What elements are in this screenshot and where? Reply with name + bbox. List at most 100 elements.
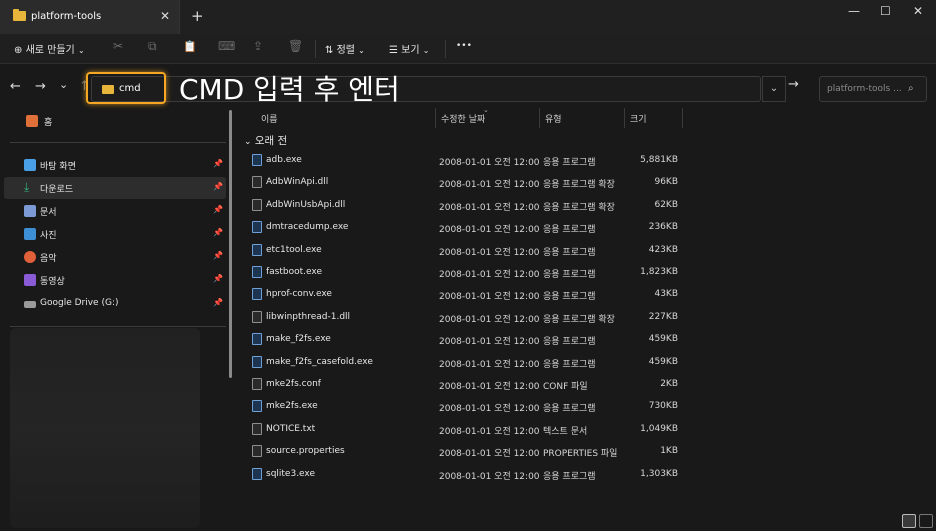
file-date: 2008-01-01 오전 12:00 [439, 359, 540, 370]
pin-icon[interactable]: 📌 [213, 274, 223, 283]
table-row[interactable]: make_f2fs.exe 2008-01-01 오전 12:00 응용 프로그램 4… [250, 328, 690, 350]
column-header-label: 수정한 날짜 [441, 115, 486, 125]
toolbar-divider [445, 40, 446, 58]
sidebar-item-desktop[interactable]: 바탕 화면 📌 [4, 154, 226, 176]
copy-icon[interactable]: ⧉ [148, 39, 157, 54]
address-dropdown-icon[interactable]: ⌄ [762, 76, 786, 102]
file-name: mke2fs.conf [266, 379, 321, 389]
recent-locations-icon[interactable]: ⌄ [59, 78, 68, 91]
pin-icon[interactable]: 📌 [213, 228, 223, 237]
videos-icon [24, 274, 36, 286]
sidebar-item-google-drive[interactable]: Google Drive (G:) 📌 [4, 293, 226, 315]
dll-file-icon [252, 176, 262, 189]
back-arrow-icon[interactable]: ← [10, 79, 21, 94]
home-icon [26, 115, 38, 127]
sidebar-divider [10, 326, 226, 327]
new-button[interactable]: ⊕ 새로 만들기 ⌄ [14, 41, 85, 56]
sidebar-item-documents[interactable]: 문서 📌 [4, 200, 226, 222]
file-date: 2008-01-01 오전 12:00 [439, 158, 540, 168]
search-input[interactable]: platform-tools ... [827, 84, 902, 94]
search-box[interactable]: platform-tools ... ⌕ [819, 76, 927, 102]
file-date: 2008-01-01 오전 12:00 [439, 202, 540, 213]
exe-file-icon [252, 266, 262, 278]
file-name: AdbWinUsbApi.dll [266, 199, 346, 210]
table-row[interactable]: mke2fs.conf 2008-01-01 오전 12:00 CONF 파일 2KB [250, 373, 690, 395]
file-name: make_f2fs.exe [266, 334, 331, 345]
sidebar-item-home[interactable]: 홈 [4, 110, 226, 132]
share-icon[interactable]: ⇪ [253, 39, 263, 53]
table-row[interactable]: AdbWinUsbApi.dll 2008-01-01 오전 12:00 응용 프로… [250, 194, 690, 216]
details-view-icon[interactable] [902, 514, 916, 528]
table-row[interactable]: AdbWinApi.dll 2008-01-01 오전 12:00 응용 프로그램 … [250, 171, 690, 193]
tiles-view-icon[interactable] [919, 514, 933, 528]
table-row[interactable]: NOTICE.txt 2008-01-01 오전 12:00 텍스트 문서 1,049… [250, 418, 690, 440]
sort-icon: ⇅ [325, 45, 334, 56]
group-header[interactable]: ⌄ 오래 전 [244, 133, 287, 148]
file-type: 응용 프로그램 [543, 359, 596, 370]
tab-platform-tools[interactable]: platform-tools ✕ [0, 0, 180, 34]
column-divider[interactable] [682, 108, 683, 128]
more-options-icon[interactable]: ••• [456, 41, 472, 51]
file-icon [252, 445, 262, 458]
file-date: 2008-01-01 오전 12:00 [439, 292, 540, 303]
file-date: 2008-01-01 오전 12:00 [439, 404, 540, 415]
sidebar-item-videos[interactable]: 동영상 📌 [4, 269, 226, 291]
view-button-label: 보기 [401, 45, 420, 56]
file-size: 43KB [654, 289, 678, 300]
pin-icon[interactable]: 📌 [213, 251, 223, 260]
table-row[interactable]: etc1tool.exe 2008-01-01 오전 12:00 응용 프로그램 42… [250, 239, 690, 261]
column-header-label: 크기 [630, 115, 647, 125]
sidebar-item-label: Google Drive (G:) [40, 298, 119, 308]
close-window-button[interactable]: ✕ [913, 4, 923, 18]
pin-icon[interactable]: 📌 [213, 298, 223, 307]
desktop-icon [24, 159, 36, 171]
table-row[interactable]: adb.exe 2008-01-01 오전 12:00 응용 프로그램 5,881KB [250, 149, 690, 171]
sort-button[interactable]: ⇅ 정렬 ⌄ [325, 41, 365, 56]
paste-icon[interactable]: 📋 [183, 40, 197, 53]
instruction-annotation: CMD 입력 후 엔터 [179, 73, 400, 106]
sidebar-item-label: 바탕 화면 [40, 162, 76, 172]
sidebar-item-pictures[interactable]: 사진 📌 [4, 223, 226, 245]
table-row[interactable]: sqlite3.exe 2008-01-01 오전 12:00 응용 프로그램 1,3… [250, 463, 690, 485]
group-label: 오래 전 [254, 135, 288, 147]
tab-close-icon[interactable]: ✕ [160, 9, 170, 23]
view-button[interactable]: ☰ 보기 ⌄ [389, 41, 429, 56]
file-size: 459KB [648, 356, 678, 367]
column-header-type[interactable]: 유형 [539, 110, 624, 130]
pin-icon[interactable]: 📌 [213, 205, 223, 214]
cut-icon[interactable]: ✂ [113, 39, 123, 53]
file-type: 응용 프로그램 [543, 292, 596, 303]
exe-file-icon [252, 467, 262, 480]
table-row[interactable]: source.properties 2008-01-01 오전 12:00 PROP… [250, 440, 690, 462]
table-row[interactable]: libwinpthread-1.dll 2008-01-01 오전 12:00 응용… [250, 306, 690, 328]
pin-icon[interactable]: 📌 [213, 182, 223, 191]
file-size: 227KB [648, 311, 678, 322]
table-row[interactable]: fastboot.exe 2008-01-01 오전 12:00 응용 프로그램 1,… [250, 261, 690, 283]
go-arrow-icon[interactable]: → [788, 77, 799, 92]
file-type: 응용 프로그램 [543, 158, 596, 168]
file-name: sqlite3.exe [266, 468, 316, 479]
maximize-button[interactable]: ☐ [880, 4, 891, 18]
file-size: 5,881KB [640, 155, 678, 165]
sidebar-item-label: 음악 [40, 254, 57, 264]
table-row[interactable]: hprof-conv.exe 2008-01-01 오전 12:00 응용 프로그램… [250, 283, 690, 305]
new-tab-button[interactable]: + [191, 7, 204, 25]
column-header-name[interactable]: 이름 [255, 110, 435, 130]
table-row[interactable]: make_f2fs_casefold.exe 2008-01-01 오전 12:0… [250, 351, 690, 373]
minimize-button[interactable]: — [848, 4, 860, 18]
file-icon [252, 422, 262, 435]
sidebar-scrollbar[interactable] [229, 110, 232, 378]
sidebar-item-music[interactable]: 음악 📌 [4, 246, 226, 268]
column-header-size[interactable]: 크기 [624, 110, 682, 130]
delete-icon[interactable]: 🗑 [288, 39, 303, 53]
exe-file-icon [252, 288, 262, 301]
title-bar: platform-tools ✕ + — ☐ ✕ [0, 0, 936, 34]
forward-arrow-icon[interactable]: → [35, 79, 46, 94]
exe-file-icon [252, 243, 262, 256]
pin-icon[interactable]: 📌 [213, 159, 223, 168]
sidebar-item-downloads[interactable]: ⤓ 다운로드 📌 [4, 177, 226, 199]
table-row[interactable]: mke2fs.exe 2008-01-01 오전 12:00 응용 프로그램 730K… [250, 395, 690, 417]
table-row[interactable]: dmtracedump.exe 2008-01-01 오전 12:00 응용 프로그… [250, 216, 690, 238]
file-date: 2008-01-01 오전 12:00 [439, 382, 540, 392]
rename-icon[interactable]: ⌨ [218, 39, 235, 53]
